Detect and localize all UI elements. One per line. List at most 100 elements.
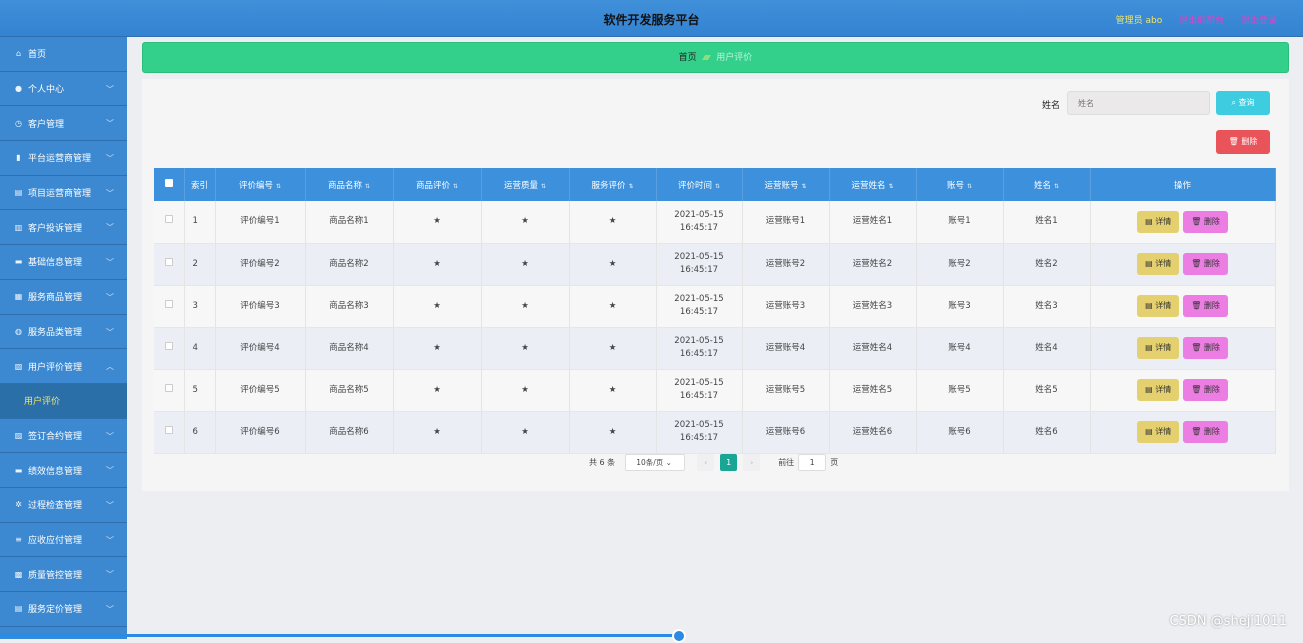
- column-header[interactable]: 评价时间⇅: [656, 168, 742, 201]
- logout-link[interactable]: 退出登录: [1241, 16, 1277, 26]
- chevron-down-icon: ﹀: [106, 431, 114, 442]
- table-cell: 2021-05-15 16:45:17: [656, 411, 742, 453]
- sidebar-item[interactable]: ≡应收应付管理﹀: [0, 523, 127, 558]
- sidebar-item[interactable]: ▧用户评价管理︿: [0, 349, 127, 384]
- row-select-cell: [154, 243, 184, 285]
- batch-delete-button[interactable]: 🗑 删除: [1216, 130, 1270, 154]
- table-cell: 评价编号5: [215, 369, 305, 411]
- detail-button[interactable]: ▤ 详情: [1137, 295, 1179, 317]
- row-checkbox[interactable]: [165, 384, 173, 392]
- row-checkbox[interactable]: [165, 426, 173, 434]
- sidebar-item[interactable]: ✲过程检查管理﹀: [0, 488, 127, 523]
- sidebar-item[interactable]: ▬基础信息管理﹀: [0, 245, 127, 280]
- sidebar-item[interactable]: ▥客户投诉管理﹀: [0, 210, 127, 245]
- actions-cell: ▤ 详情🗑 删除: [1090, 201, 1275, 243]
- sidebar-item[interactable]: ▤服务定价管理﹀: [0, 592, 127, 627]
- column-header-label: 账号: [947, 181, 964, 191]
- chevron-up-icon: ︿: [106, 361, 114, 372]
- sidebar-item[interactable]: ▨签订合约管理﹀: [0, 419, 127, 454]
- detail-button[interactable]: ▤ 详情: [1137, 211, 1179, 233]
- pagination-total: 共 6 条: [589, 457, 615, 468]
- table-row: 4评价编号4商品名称4★★★2021-05-15 16:45:17运营账号4运营…: [154, 327, 1275, 369]
- sort-icon[interactable]: ⇅: [628, 183, 633, 190]
- progress-handle[interactable]: [672, 629, 686, 643]
- sort-icon[interactable]: ⇅: [715, 183, 720, 190]
- row-delete-button[interactable]: 🗑 删除: [1183, 253, 1228, 275]
- chevron-left-icon: ‹: [704, 458, 707, 467]
- sort-icon[interactable]: ⇅: [453, 183, 458, 190]
- column-header[interactable]: 商品名称⇅: [305, 168, 393, 201]
- sidebar-item[interactable]: ▦服务商品管理﹀: [0, 280, 127, 315]
- row-delete-button[interactable]: 🗑 删除: [1183, 211, 1228, 233]
- row-delete-button[interactable]: 🗑 删除: [1183, 295, 1228, 317]
- detail-button-label: 详情: [1155, 343, 1171, 352]
- column-header-label: 姓名: [1034, 181, 1051, 191]
- search-input[interactable]: [1067, 91, 1210, 115]
- column-header[interactable]: 服务评价⇅: [569, 168, 656, 201]
- column-header[interactable]: 评价编号⇅: [215, 168, 305, 201]
- detail-button[interactable]: ▤ 详情: [1137, 421, 1179, 443]
- page-size-select[interactable]: 10条/页 ⌄: [625, 454, 685, 471]
- chevron-down-icon: ﹀: [106, 118, 114, 129]
- detail-button[interactable]: ▤ 详情: [1137, 253, 1179, 275]
- table-cell: 商品名称1: [305, 201, 393, 243]
- page-number-button[interactable]: 1: [720, 454, 737, 471]
- trash-icon: 🗑: [1191, 217, 1204, 226]
- chevron-down-icon: ﹀: [106, 604, 114, 615]
- sidebar-item-label: 平台运营商管理: [28, 151, 91, 164]
- sort-icon[interactable]: ⇅: [365, 183, 370, 190]
- column-header[interactable]: 运营姓名⇅: [829, 168, 916, 201]
- sort-icon[interactable]: ⇅: [967, 183, 972, 190]
- sidebar-item[interactable]: ▩质量管控管理﹀: [0, 557, 127, 592]
- sort-icon[interactable]: ⇅: [801, 183, 806, 190]
- detail-button-label: 详情: [1155, 427, 1171, 436]
- table-cell: 账号2: [916, 243, 1003, 285]
- select-all-checkbox[interactable]: [165, 179, 173, 187]
- column-header[interactable]: 运营账号⇅: [742, 168, 829, 201]
- detail-button[interactable]: ▤ 详情: [1137, 379, 1179, 401]
- sidebar-item[interactable]: ◷客户管理﹀: [0, 106, 127, 141]
- video-progress-bar[interactable]: [0, 634, 679, 637]
- actions-cell: ▤ 详情🗑 删除: [1090, 327, 1275, 369]
- column-header[interactable]: 运营质量⇅: [481, 168, 569, 201]
- sort-icon[interactable]: ⇅: [1054, 183, 1059, 190]
- document-icon: ▤: [1145, 217, 1155, 226]
- table-cell: 6: [184, 411, 215, 453]
- sidebar-item[interactable]: ●个人中心﹀: [0, 72, 127, 107]
- goto-page-input[interactable]: 1: [798, 454, 826, 471]
- sidebar-item[interactable]: 用户评价: [0, 384, 127, 419]
- row-delete-button[interactable]: 🗑 删除: [1183, 337, 1228, 359]
- sort-icon[interactable]: ⇅: [541, 183, 546, 190]
- column-header[interactable]: 姓名⇅: [1003, 168, 1090, 201]
- row-delete-button[interactable]: 🗑 删除: [1183, 421, 1228, 443]
- row-checkbox[interactable]: [165, 258, 173, 266]
- sidebar: ⌂首页●个人中心﹀◷客户管理﹀▮平台运营商管理﹀▤项目运营商管理﹀▥客户投诉管理…: [0, 37, 127, 639]
- goto-suffix: 页: [830, 457, 838, 468]
- exit-to-front-link[interactable]: 退出到前台: [1179, 16, 1224, 26]
- column-header-label: 索引: [191, 181, 208, 191]
- row-delete-button[interactable]: 🗑 删除: [1183, 379, 1228, 401]
- row-checkbox[interactable]: [165, 342, 173, 350]
- prev-page-button[interactable]: ‹: [697, 454, 714, 471]
- next-page-button[interactable]: ›: [743, 454, 760, 471]
- query-button[interactable]: ⌕ 查询: [1216, 91, 1270, 115]
- sidebar-item[interactable]: ▬绩效信息管理﹀: [0, 453, 127, 488]
- sidebar-item[interactable]: ▮平台运营商管理﹀: [0, 141, 127, 176]
- chevron-down-icon: ﹀: [106, 465, 114, 476]
- row-checkbox[interactable]: [165, 215, 173, 223]
- chevron-down-icon: ﹀: [106, 327, 114, 338]
- row-checkbox[interactable]: [165, 300, 173, 308]
- sort-icon[interactable]: ⇅: [888, 183, 893, 190]
- sidebar-item[interactable]: ⌂首页: [0, 37, 127, 72]
- sidebar-item[interactable]: ▥服务分类管理﹀: [0, 627, 127, 639]
- table-cell: 运营姓名1: [829, 201, 916, 243]
- column-header[interactable]: 商品评价⇅: [393, 168, 481, 201]
- sidebar-item[interactable]: ▤项目运营商管理﹀: [0, 176, 127, 211]
- sort-icon[interactable]: ⇅: [276, 183, 281, 190]
- detail-button[interactable]: ▤ 详情: [1137, 337, 1179, 359]
- content-panel: 姓名 ⌕ 查询 🗑 删除 索引评价编号⇅商品名称⇅商品评价⇅运营质量⇅服务评价⇅…: [142, 79, 1289, 491]
- breadcrumb-home[interactable]: 首页: [679, 53, 697, 63]
- sidebar-item[interactable]: ◍服务品类管理﹀: [0, 315, 127, 350]
- column-header[interactable]: 账号⇅: [916, 168, 1003, 201]
- table-cell: 评价编号2: [215, 243, 305, 285]
